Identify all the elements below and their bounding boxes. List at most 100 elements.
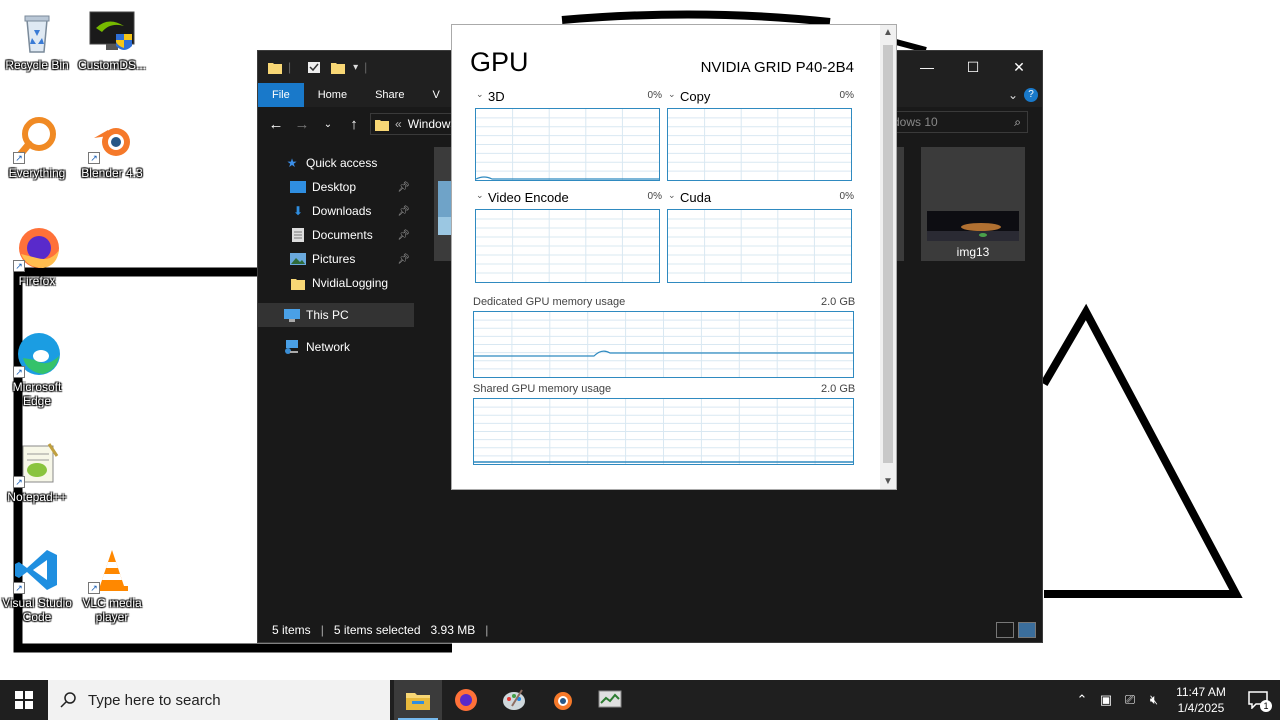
- tab-file[interactable]: File: [258, 83, 304, 107]
- status-selected-size: 3.93 MB: [430, 623, 476, 637]
- shortcut-arrow-icon: ↗: [13, 582, 25, 594]
- quick-access-dropdown-icon[interactable]: ▾: [353, 62, 358, 73]
- desktop-icon-label: Everything: [8, 166, 66, 180]
- graph-shared-memory: [473, 398, 854, 465]
- nav-item-documents[interactable]: Documents 📌︎: [258, 223, 414, 247]
- firefox-icon: ↗: [13, 224, 61, 272]
- system-tray: ⌃ ▣ ⎚ 🔇︎ 11:47 AM 1/4/2025 1: [1070, 680, 1280, 720]
- start-button[interactable]: [0, 680, 48, 720]
- nav-item-pictures[interactable]: Pictures 📌︎: [258, 247, 414, 271]
- maximize-button[interactable]: ☐: [950, 51, 996, 83]
- engine-dropdown-chevron-icon[interactable]: ⌄: [476, 89, 484, 100]
- image-preview: [927, 211, 1019, 241]
- desktop-icon-firefox[interactable]: ↗ Firefox: [0, 224, 77, 288]
- desktop-icon-recycle-bin[interactable]: Recycle Bin: [0, 8, 77, 72]
- clock-date: 1/4/2025: [1177, 701, 1225, 715]
- new-folder-icon[interactable]: [331, 61, 346, 74]
- desktop-icon-edge[interactable]: ↗ Microsoft Edge: [0, 330, 77, 408]
- shared-memory-label: Shared GPU memory usage: [473, 383, 612, 395]
- taskbar-paint-app[interactable]: [490, 680, 538, 720]
- taskbar-file-explorer[interactable]: [394, 680, 442, 720]
- dedicated-memory-label: Dedicated GPU memory usage: [473, 296, 626, 308]
- network-status-icon[interactable]: ⎚: [1118, 692, 1142, 708]
- pin-icon: 📌︎: [397, 253, 410, 265]
- details-view-icon[interactable]: [996, 622, 1014, 638]
- vertical-scrollbar[interactable]: ▲ ▼: [880, 25, 896, 489]
- close-button[interactable]: ✕: [996, 51, 1042, 83]
- graph-cuda: [667, 209, 852, 283]
- taskbar-search-box[interactable]: Type here to search: [48, 680, 390, 720]
- engine-label-3d[interactable]: 3D: [488, 89, 505, 104]
- file-thumbnail[interactable]: [434, 147, 452, 261]
- engine-dropdown-chevron-icon[interactable]: ⌄: [476, 190, 484, 201]
- scroll-up-arrow-icon[interactable]: ▲: [880, 27, 896, 38]
- status-separator: |: [485, 623, 489, 637]
- show-hidden-icons-chevron-icon[interactable]: ⌃: [1070, 692, 1094, 708]
- engine-label-copy[interactable]: Copy: [680, 89, 710, 104]
- title-separator: |: [288, 60, 292, 74]
- nav-item-label: Network: [306, 340, 351, 354]
- desktop-icon-everything[interactable]: ↗ Everything: [0, 116, 77, 180]
- engine-label-cuda[interactable]: Cuda: [680, 190, 711, 205]
- vscode-icon: ↗: [13, 546, 61, 594]
- scrollbar-thumb[interactable]: [883, 45, 893, 463]
- file-thumbnail-img13[interactable]: img13: [921, 147, 1025, 261]
- engine-percent-copy: 0%: [839, 90, 854, 101]
- nav-item-nvidialogging[interactable]: NvidiaLogging: [258, 271, 414, 295]
- desktop-icon-vlc[interactable]: ↗ VLC media player: [72, 546, 152, 624]
- desktop-icon-customds[interactable]: CustomDS...: [72, 8, 152, 72]
- search-input[interactable]: dows 10 ⌕: [888, 111, 1028, 133]
- search-icon: [60, 692, 76, 708]
- nav-item-label: Documents: [312, 228, 373, 242]
- properties-check-icon[interactable]: [307, 61, 321, 74]
- forward-arrow-icon[interactable]: →: [292, 116, 312, 133]
- volume-muted-icon[interactable]: 🔇︎: [1142, 692, 1166, 708]
- taskbar: Type here to search ⌃ ▣ ⎚ 🔇︎ 11:47 AM 1/…: [0, 680, 1280, 720]
- shortcut-arrow-icon: ↗: [88, 152, 100, 164]
- expand-ribbon-chevron-icon[interactable]: ⌄: [1008, 88, 1018, 102]
- nav-item-label: Quick access: [306, 156, 378, 170]
- engine-dropdown-chevron-icon[interactable]: ⌄: [668, 190, 676, 201]
- paint-palette-icon: [503, 689, 525, 710]
- nav-item-label: NvidiaLogging: [312, 276, 389, 290]
- nav-item-this-pc[interactable]: This PC: [258, 303, 414, 327]
- picture-icon: [290, 252, 306, 266]
- taskbar-firefox[interactable]: [442, 680, 490, 720]
- shortcut-arrow-icon: ↗: [13, 476, 25, 488]
- up-arrow-icon[interactable]: ↑: [344, 116, 364, 133]
- dedicated-memory-max: 2.0 GB: [821, 296, 856, 308]
- nav-item-desktop[interactable]: Desktop 📌︎: [258, 175, 414, 199]
- desktop-icon-label: VLC media player: [82, 596, 142, 624]
- nav-item-network[interactable]: Network: [258, 335, 414, 359]
- taskbar-blender[interactable]: [538, 680, 586, 720]
- tab-home[interactable]: Home: [304, 83, 361, 107]
- engine-dropdown-chevron-icon[interactable]: ⌄: [668, 89, 676, 100]
- scroll-down-arrow-icon[interactable]: ▼: [880, 476, 896, 487]
- recent-locations-chevron-icon[interactable]: ⌄: [318, 119, 338, 130]
- desktop-icon-vscode[interactable]: ↗ Visual Studio Code: [0, 546, 77, 624]
- taskbar-clock[interactable]: 11:47 AM 1/4/2025: [1166, 684, 1236, 716]
- notification-center-button[interactable]: 1: [1236, 680, 1280, 720]
- status-selected-count: 5 items selected: [333, 623, 421, 637]
- tray-app-icon[interactable]: ▣: [1094, 692, 1118, 708]
- desktop-icon-label: Blender 4.3: [81, 166, 143, 180]
- shortcut-arrow-icon: ↗: [13, 152, 25, 164]
- blender-icon: [554, 692, 572, 710]
- back-arrow-icon[interactable]: ←: [266, 116, 286, 133]
- desktop-icon-notepadpp[interactable]: ↗ Notepad++: [0, 440, 77, 504]
- tab-share[interactable]: Share: [361, 83, 418, 107]
- desktop-icon-label: CustomDS...: [77, 58, 146, 72]
- nav-item-quick-access[interactable]: ★ Quick access: [258, 151, 414, 175]
- engine-label-video-encode[interactable]: Video Encode: [488, 190, 569, 205]
- taskbar-task-manager[interactable]: [586, 680, 634, 720]
- engine-percent-video-encode: 0%: [647, 191, 662, 202]
- nav-item-downloads[interactable]: ⬇ Downloads 📌︎: [258, 199, 414, 223]
- help-icon[interactable]: ?: [1024, 88, 1038, 102]
- gpu-title: GPU: [470, 47, 529, 77]
- large-icons-view-icon[interactable]: [1018, 622, 1036, 638]
- nav-item-label: Desktop: [312, 180, 357, 194]
- tab-view[interactable]: V: [418, 83, 453, 107]
- graph-grid: [474, 312, 853, 377]
- desktop-icon-blender[interactable]: ↗ Blender 4.3: [72, 116, 152, 180]
- minimize-button[interactable]: —: [904, 51, 950, 83]
